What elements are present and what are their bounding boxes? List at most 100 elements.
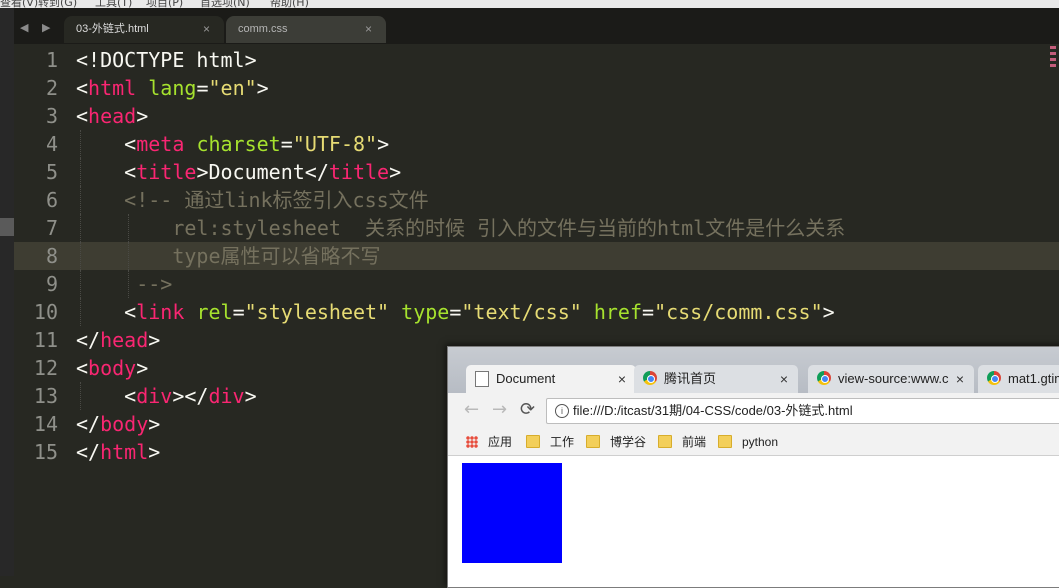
- bookmark-label: 博学谷: [610, 435, 647, 449]
- menu-bar: 查看(V) 转到(G) 工具(T) 项目(P) 首选项(N) 帮助(H): [0, 0, 1059, 8]
- browser-tab-view-source[interactable]: view-source:www.c ×: [808, 365, 974, 393]
- tab-label: mat1.gtim: [1008, 371, 1059, 386]
- tab-label: comm.css: [238, 23, 288, 35]
- close-icon[interactable]: ×: [780, 365, 788, 393]
- browser-tab-tencent[interactable]: 腾讯首页 ×: [634, 365, 798, 393]
- code-token: >: [244, 384, 257, 408]
- line-number: 7: [45, 216, 58, 240]
- code-token: >: [256, 76, 269, 100]
- code-token: lang: [148, 76, 197, 100]
- code-token: ></: [172, 384, 209, 408]
- code-token: >Document</: [196, 160, 329, 184]
- code-line[interactable]: 6 <!-- 通过link标签引入css文件: [14, 186, 1059, 214]
- code-token: type属性可以省略不写: [172, 244, 381, 268]
- line-number: 5: [45, 160, 58, 184]
- code-line[interactable]: 3 <head>: [14, 102, 1059, 130]
- browser-tab-mat1[interactable]: mat1.gtim: [978, 365, 1059, 393]
- code-line[interactable]: 5 <title>Document</title>: [14, 158, 1059, 186]
- close-icon[interactable]: ×: [618, 365, 626, 393]
- line-number: 2: [45, 76, 58, 100]
- code-token: type: [401, 300, 450, 324]
- code-token: rel:stylesheet 关系的时候 引入的文件与当前的html文件是什么关…: [172, 216, 846, 240]
- code-token: >: [136, 356, 149, 380]
- code-line[interactable]: 7 rel:stylesheet 关系的时候 引入的文件与当前的html文件是什…: [14, 214, 1059, 242]
- document-icon: [475, 371, 489, 387]
- close-icon[interactable]: ×: [956, 365, 964, 393]
- reload-button[interactable]: ⟳: [520, 401, 535, 419]
- line-number: 13: [33, 384, 58, 408]
- blue-div-box: [462, 463, 562, 563]
- line-number: 3: [45, 104, 58, 128]
- line-number: 8: [45, 244, 58, 268]
- tab-label: 腾讯首页: [664, 371, 717, 386]
- bookmark-apps[interactable]: 应用: [466, 429, 512, 455]
- menu-tools[interactable]: 工具(T): [95, 0, 132, 8]
- chrome-icon: [643, 371, 657, 385]
- code-token: <: [124, 300, 137, 324]
- menu-goto[interactable]: 转到(G): [38, 0, 77, 8]
- forward-button[interactable]: →: [492, 401, 507, 419]
- editor-left-edge: [0, 8, 14, 576]
- code-token: >: [377, 132, 390, 156]
- bookmark-boxuegu[interactable]: 博学谷: [586, 429, 646, 455]
- line-number: 15: [33, 440, 58, 464]
- apps-icon: [466, 436, 478, 448]
- code-line[interactable]: 4 <meta charset="UTF-8">: [14, 130, 1059, 158]
- code-token: "UTF-8": [292, 132, 378, 156]
- folder-icon: [658, 435, 672, 448]
- close-icon[interactable]: ×: [203, 16, 210, 43]
- code-token: </: [76, 412, 101, 436]
- line-number: 10: [33, 300, 58, 324]
- menu-help[interactable]: 帮助(H): [270, 0, 309, 8]
- bookmark-python[interactable]: python: [718, 429, 778, 455]
- menu-view[interactable]: 查看(V): [0, 0, 38, 8]
- info-icon[interactable]: i: [555, 404, 569, 418]
- code-line[interactable]: 2 <html lang="en">: [14, 74, 1059, 102]
- code-token: "css/comm.css": [654, 300, 823, 324]
- chrome-icon: [987, 371, 1001, 385]
- bookmark-label: 工作: [550, 435, 575, 449]
- code-token: >: [148, 412, 161, 436]
- code-line[interactable]: 1 <!DOCTYPE html>: [14, 46, 1059, 74]
- folder-icon: [526, 435, 540, 448]
- code-token: =: [280, 132, 293, 156]
- bookmark-work[interactable]: 工作: [526, 429, 574, 455]
- code-token: -->: [136, 272, 173, 296]
- code-token: "en": [208, 76, 257, 100]
- code-token: >: [389, 160, 402, 184]
- menu-project[interactable]: 项目(P): [146, 0, 183, 8]
- editor-tab-css[interactable]: comm.css ×: [226, 16, 386, 43]
- folder-icon: [586, 435, 600, 448]
- minimap[interactable]: [1050, 46, 1059, 80]
- sidebar-toggle[interactable]: [0, 218, 14, 236]
- bookmark-frontend[interactable]: 前端: [658, 429, 706, 455]
- code-token: "stylesheet": [244, 300, 390, 324]
- code-token: =: [642, 300, 655, 324]
- browser-tab-strip: Document × 腾讯首页 × view-source:www.c × ma…: [448, 347, 1059, 393]
- code-token: div: [136, 384, 173, 408]
- close-icon[interactable]: ×: [365, 16, 372, 43]
- code-token: >: [136, 104, 149, 128]
- code-token: </: [76, 440, 101, 464]
- back-button[interactable]: ←: [464, 401, 479, 419]
- chrome-icon: [817, 371, 831, 385]
- tab-nav-arrows[interactable]: ◀ ▶: [20, 21, 55, 34]
- code-token: html: [100, 440, 149, 464]
- code-token: div: [208, 384, 245, 408]
- url-text: file:///D:/itcast/31期/04-CSS/code/03-外链式…: [573, 403, 853, 418]
- page-viewport[interactable]: [448, 456, 1059, 587]
- address-bar[interactable]: i file:///D:/itcast/31期/04-CSS/code/03-外…: [546, 398, 1059, 424]
- browser-tab-document[interactable]: Document ×: [466, 365, 636, 393]
- browser-window: Document × 腾讯首页 × view-source:www.c × ma…: [447, 346, 1059, 588]
- code-token: head: [88, 104, 137, 128]
- menu-preferences[interactable]: 首选项(N): [200, 0, 250, 8]
- editor-tab-html[interactable]: 03-外链式.html ×: [64, 16, 224, 43]
- code-line[interactable]: 8 type属性可以省略不写: [14, 242, 1059, 270]
- bookmark-label: 前端: [682, 435, 707, 449]
- code-line[interactable]: 9 -->: [14, 270, 1059, 298]
- code-line[interactable]: 10 <link rel="stylesheet" type="text/css…: [14, 298, 1059, 326]
- code-token: rel: [196, 300, 233, 324]
